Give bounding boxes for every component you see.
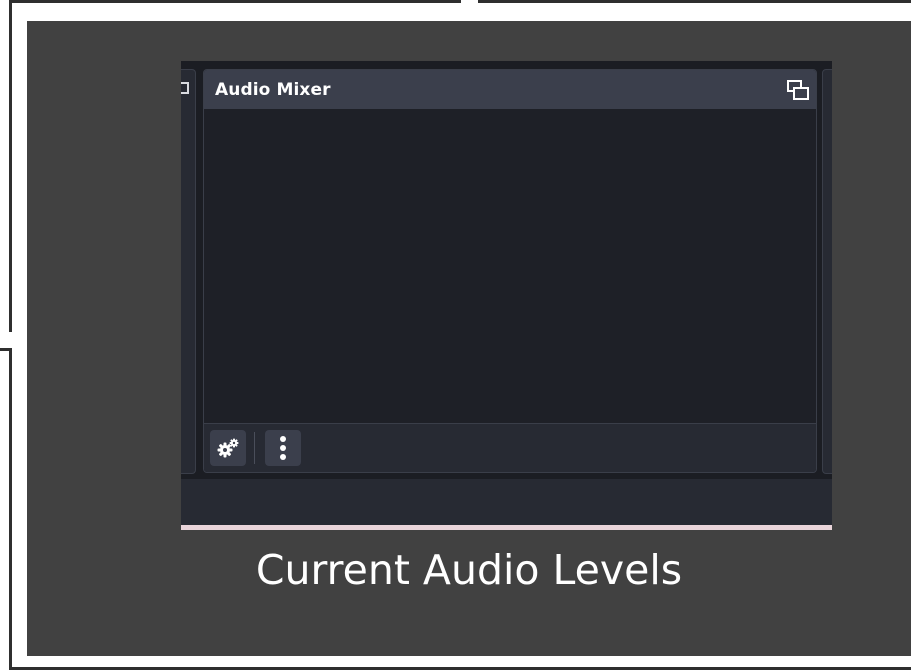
- audio-mixer-body: [204, 109, 816, 423]
- vertical-ellipsis-icon: [280, 436, 286, 460]
- gears-icon: [217, 438, 239, 458]
- slide-caption: Current Audio Levels: [255, 546, 683, 594]
- panel-title: Audio Mixer: [215, 80, 331, 100]
- accent-strip: [181, 525, 832, 530]
- panel-footer-toolbar: [204, 423, 816, 472]
- status-bar: [181, 479, 832, 525]
- more-options-button[interactable]: [265, 430, 301, 466]
- undock-icon[interactable]: [786, 78, 810, 102]
- toolbar-separator: [254, 432, 255, 464]
- stage: Audio Mixer Current Audio Levels: [0, 0, 911, 670]
- right-dock-panel: [822, 69, 832, 474]
- audio-mixer-panel: Audio Mixer: [203, 69, 817, 473]
- frame-line-top-right: [478, 0, 911, 3]
- advanced-audio-properties-button[interactable]: [210, 430, 246, 466]
- left-dock-panel: [181, 69, 196, 474]
- app-screenshot: Audio Mixer: [181, 61, 832, 530]
- left-dock-undock-icon[interactable]: [181, 82, 189, 94]
- frame-line-left-upper: [9, 0, 12, 332]
- panel-header: Audio Mixer: [204, 70, 816, 109]
- frame-line-top-left: [9, 0, 461, 3]
- frame-line-left-bottom: [9, 348, 12, 670]
